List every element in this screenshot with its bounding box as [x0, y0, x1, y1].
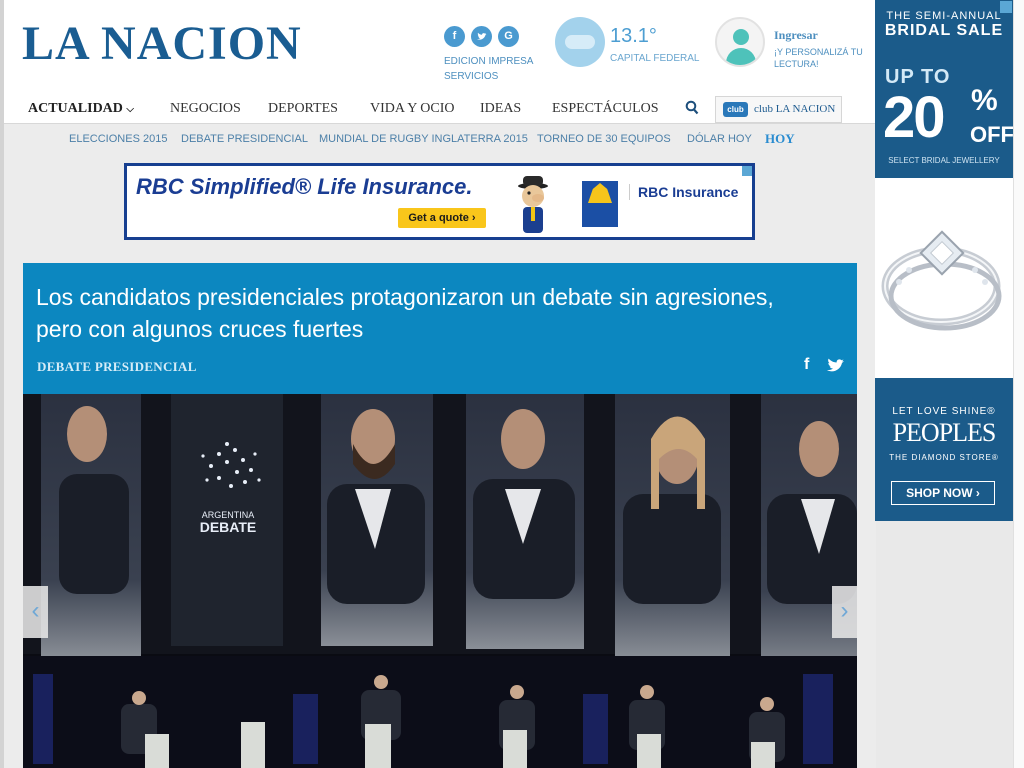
- ad-choices-icon[interactable]: [1000, 1, 1012, 13]
- main-column: LA NACION f G EDICION IMPRESA SERVICIOS …: [4, 0, 876, 768]
- ad-brand: RBC Insurance: [629, 184, 738, 200]
- club-badge: club: [723, 102, 748, 117]
- peoples-logo: PEOPLES: [892, 418, 997, 447]
- subnav-item[interactable]: MUNDIAL DE RUGBY INGLATERRA 2015: [319, 133, 528, 145]
- site-header: LA NACION f G EDICION IMPRESA SERVICIOS …: [4, 0, 876, 124]
- ad-percent-symbol: %: [971, 84, 998, 117]
- nav-item-vida-y-ocio[interactable]: VIDA Y OCIO: [370, 101, 455, 117]
- ad-small-text: THE SEMI-ANNUAL: [886, 10, 1002, 22]
- scrollbar[interactable]: [1013, 0, 1024, 768]
- google-icon[interactable]: G: [498, 26, 519, 47]
- search-icon[interactable]: [685, 100, 699, 116]
- rbc-logo-icon: [582, 181, 618, 227]
- login-link[interactable]: Ingresar: [774, 28, 818, 43]
- get-quote-button[interactable]: Get a quote ›: [398, 208, 486, 228]
- main-nav: ACTUALIDAD ⌵ NEGOCIOS DEPORTES VIDA Y OC…: [4, 96, 876, 124]
- site-logo[interactable]: LA NACION: [22, 16, 302, 71]
- subnav-item[interactable]: ELECCIONES 2015: [69, 133, 167, 145]
- club-la-nacion-button[interactable]: club club LA NACION: [715, 96, 842, 123]
- carousel-prev-button[interactable]: ‹: [23, 586, 48, 638]
- page: LA NACION f G EDICION IMPRESA SERVICIOS …: [0, 0, 1024, 768]
- bridal-sale-ad[interactable]: THE SEMI-ANNUAL BRIDAL SALE UP TO 20 % O…: [875, 0, 1014, 178]
- twitter-share-icon[interactable]: [827, 358, 845, 372]
- edition-links[interactable]: EDICION IMPRESA SERVICIOS: [444, 54, 564, 84]
- weather-city: CAPITAL FEDERAL: [610, 53, 700, 64]
- subnav-item[interactable]: DÓLAR HOY: [687, 133, 752, 145]
- ad-select: SELECT BRIDAL JEWELLERY: [888, 156, 1000, 165]
- shop-now-button[interactable]: SHOP NOW ›: [891, 481, 995, 505]
- ad-tagline: LET LOVE SHINE®: [892, 406, 996, 417]
- nav-item-espectaculos[interactable]: ESPECTÁCULOS: [552, 101, 659, 117]
- personalize-text: ¡Y PERSONALIZÁ TU LECTURA!: [774, 47, 863, 69]
- article-headline[interactable]: Los candidatos presidenciales protagoniz…: [36, 281, 826, 345]
- nav-item-actualidad[interactable]: ACTUALIDAD ⌵: [28, 101, 134, 117]
- nav-item-negocios[interactable]: NEGOCIOS: [170, 101, 241, 117]
- user-avatar-icon[interactable]: [715, 17, 765, 67]
- ad-mascot-illustration: [518, 176, 548, 233]
- sub-nav: ELECCIONES 2015 DEBATE PRESIDENCIAL MUND…: [4, 124, 876, 154]
- weather-temperature: 13.1°: [610, 25, 657, 47]
- banner-ad[interactable]: RBC Simplified® Life Insurance. Get a qu…: [124, 163, 755, 240]
- headline-panel: Los candidatos presidenciales protagoniz…: [23, 263, 857, 394]
- article-section-tag[interactable]: DEBATE PRESIDENCIAL: [37, 359, 197, 375]
- ad-choices-icon[interactable]: [742, 166, 752, 176]
- ad-title: RBC Simplified® Life Insurance.: [136, 174, 473, 199]
- ad-store-text: THE DIAMOND STORE®: [889, 453, 999, 462]
- ring-image: [875, 178, 1013, 378]
- ad-off: OFF: [970, 122, 1014, 147]
- ad-big-text: BRIDAL SALE: [884, 22, 1004, 39]
- side-ad[interactable]: THE SEMI-ANNUAL BRIDAL SALE UP TO 20 % O…: [875, 0, 1014, 521]
- nav-item-ideas[interactable]: IDEAS: [480, 101, 521, 117]
- facebook-share-icon[interactable]: f: [804, 356, 816, 374]
- debate-stage-image: ARGENTINA DEBATE: [23, 394, 857, 768]
- twitter-icon[interactable]: [471, 26, 492, 47]
- club-label: club LA NACION: [754, 103, 836, 115]
- chevron-down-icon: ⌵: [126, 104, 134, 115]
- nav-item-deportes[interactable]: DEPORTES: [268, 101, 338, 117]
- peoples-ad[interactable]: LET LOVE SHINE® PEOPLES THE DIAMOND STOR…: [875, 378, 1013, 521]
- subnav-item[interactable]: DEBATE PRESIDENCIAL: [181, 133, 308, 145]
- weather-cloud-icon: [555, 17, 605, 67]
- hero-photo[interactable]: ARGENTINA DEBATE ‹ ›: [23, 394, 857, 768]
- subnav-item[interactable]: TORNEO DE 30 EQUIPOS: [537, 133, 671, 145]
- facebook-icon[interactable]: f: [444, 26, 465, 47]
- subnav-item-hoy[interactable]: HOY: [765, 131, 795, 147]
- debate-logo-line2: DEBATE: [200, 519, 257, 535]
- ad-percent: 20: [883, 85, 945, 150]
- carousel-next-button[interactable]: ›: [832, 586, 857, 638]
